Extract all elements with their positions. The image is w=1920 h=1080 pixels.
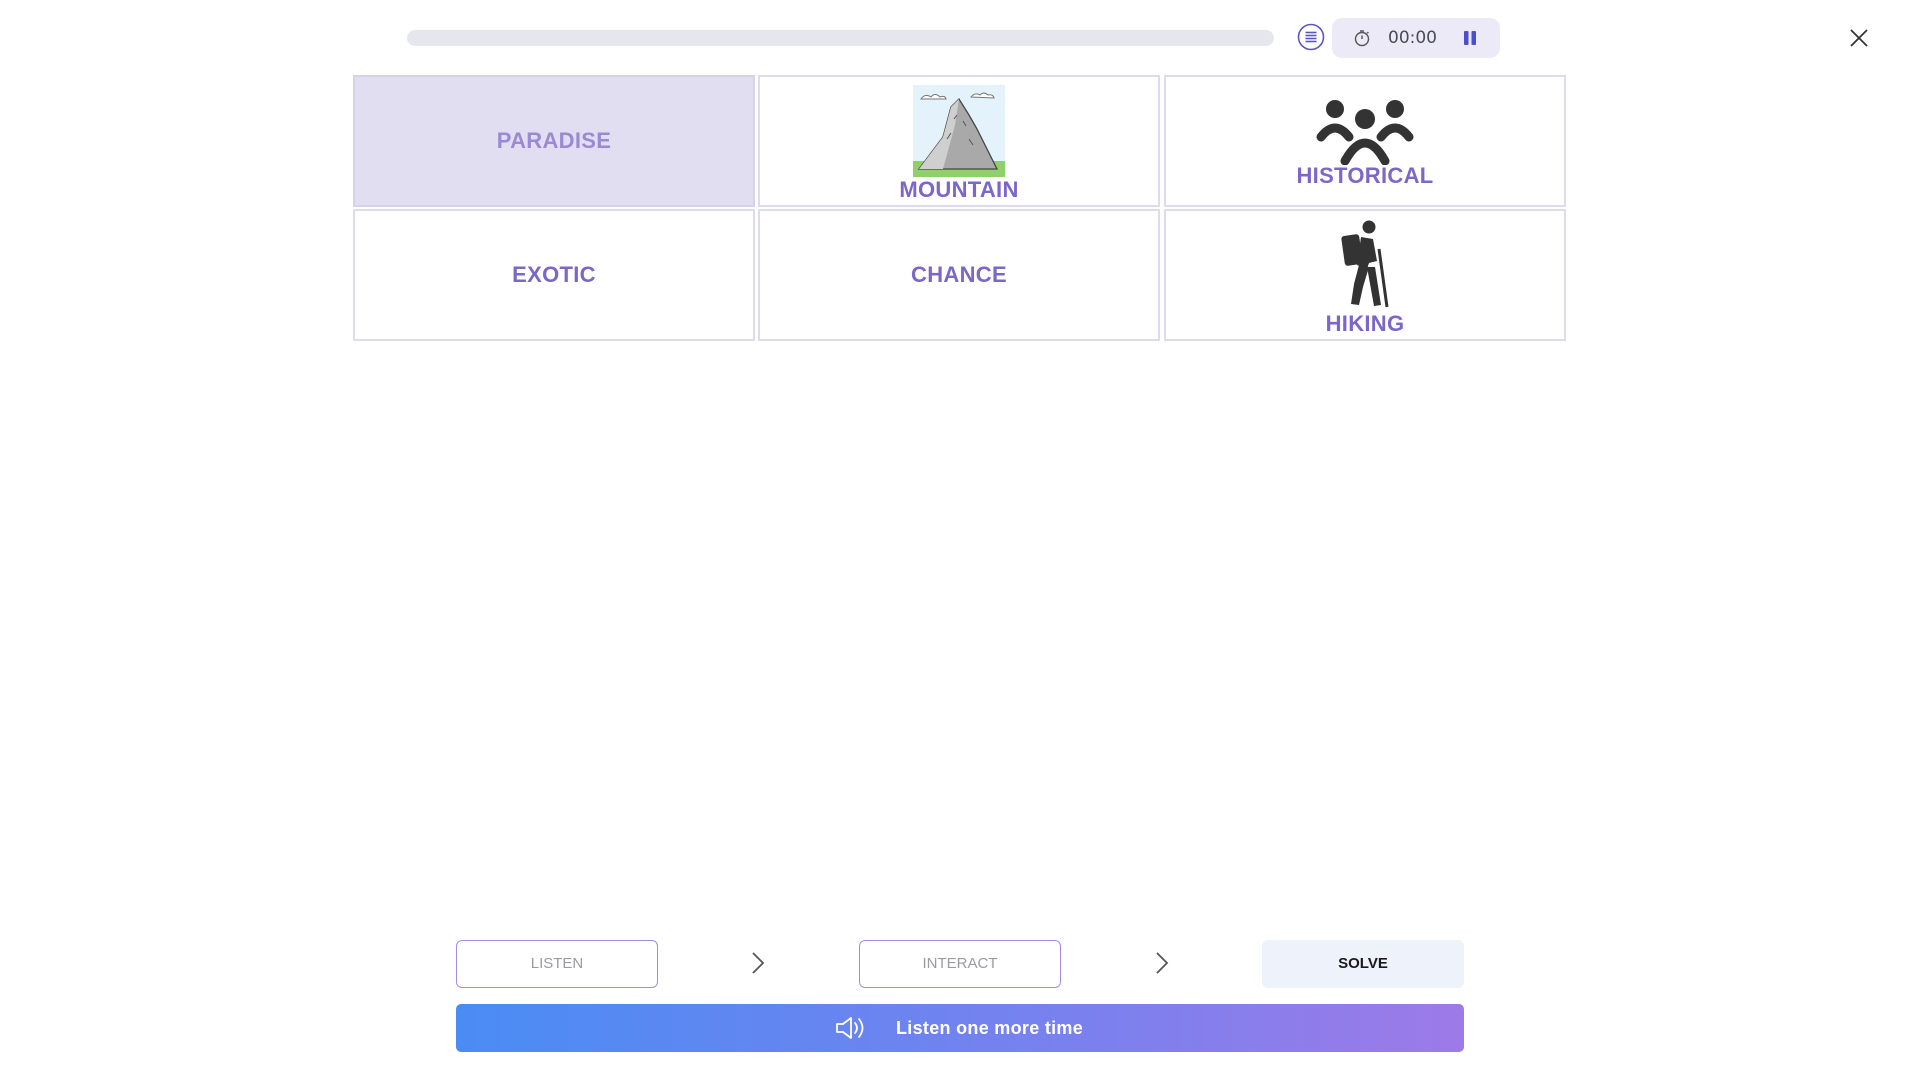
tile-word: EXOTIC [512,262,596,287]
tile-exotic[interactable]: EXOTIC [353,209,755,341]
tile-historical[interactable]: HISTORICAL [1164,75,1566,207]
listen-again-button[interactable]: Listen one more time [456,1004,1464,1052]
tile-hiking[interactable]: HIKING [1164,209,1566,341]
progress-bar [407,30,1274,46]
timer-value: 00:00 [1388,28,1437,48]
step-solve[interactable]: SOLVE [1262,940,1464,988]
activity-screen: 00:00 PARADISE MOUNTAIN HISTORICAL EXOTI… [0,0,1920,1080]
pause-icon[interactable] [1460,28,1480,48]
close-icon[interactable] [1845,24,1873,52]
hiker-icon [1341,220,1389,308]
tile-word: HIKING [1325,311,1405,336]
tile-word: CHANCE [911,262,1007,287]
listen-again-label: Listen one more time [896,1018,1084,1038]
chevron-right-icon [752,952,765,974]
tile-chance[interactable]: CHANCE [758,209,1160,341]
tile-word: PARADISE [496,128,612,153]
timer: 00:00 [1332,18,1500,58]
step-listen[interactable]: LISTEN [456,940,658,988]
step-interact[interactable]: INTERACT [859,940,1061,988]
stopwatch-icon [1354,30,1370,47]
tile-word: MOUNTAIN [899,177,1019,202]
group-of-people-icon [1316,100,1414,165]
tile-word: HISTORICAL [1296,163,1434,188]
speaker-icon [836,1017,864,1039]
list-menu-icon[interactable] [1297,23,1325,51]
tile-mountain[interactable]: MOUNTAIN [758,75,1160,207]
mountain-picture [913,85,1005,177]
chevron-right-icon [1156,952,1169,974]
tile-paradise[interactable]: PARADISE [353,75,755,207]
